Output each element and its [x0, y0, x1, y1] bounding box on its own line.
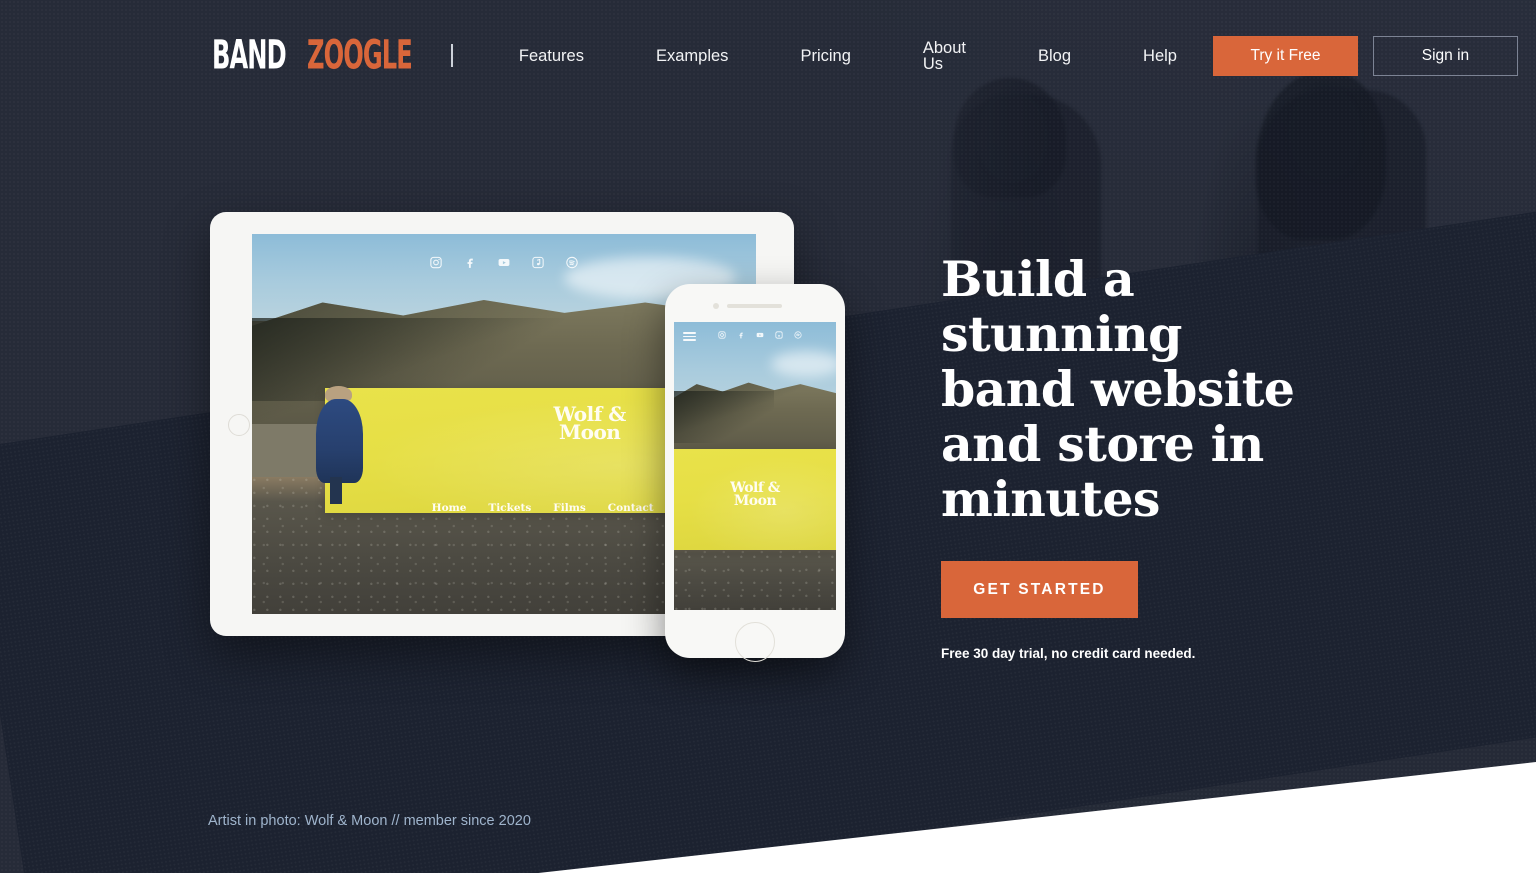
artist-photo-caption: Artist in photo: Wolf & Moon // member s…: [208, 813, 531, 829]
main-navigation: Features Examples Pricing About Us Blog …: [519, 39, 1213, 73]
site-nav-films[interactable]: Films: [542, 502, 596, 514]
nav-item-blog[interactable]: Blog: [1002, 48, 1107, 65]
nav-item-features[interactable]: Features: [519, 48, 620, 65]
hill-shadow-phone: [674, 391, 775, 443]
phone-screen: Wolf & Moon: [674, 322, 836, 610]
phone-speaker: [727, 304, 782, 308]
person-figure: [315, 399, 364, 483]
band-logo-phone: Wolf & Moon: [710, 481, 801, 509]
band-social-links-tablet: [430, 256, 579, 269]
youtube-icon[interactable]: [498, 256, 511, 269]
header-actions: Try it Free Sign in: [1212, 36, 1518, 76]
nav-item-help[interactable]: Help: [1107, 48, 1213, 65]
spotify-icon[interactable]: [566, 256, 579, 269]
get-started-button[interactable]: GET STARTED: [941, 561, 1138, 618]
site-nav-home[interactable]: Home: [421, 502, 478, 514]
page-title: Build a stunning band website and store …: [941, 250, 1295, 528]
hamburger-menu-icon[interactable]: [683, 332, 696, 341]
site-nav-tickets[interactable]: Tickets: [477, 502, 542, 514]
tablet-home-button-icon: [228, 414, 250, 436]
bandzoogle-logo[interactable]: BAND ZOOGLE: [212, 36, 441, 76]
band-social-links-phone: [718, 331, 802, 339]
logo-text-zoogle: ZOOGLE: [306, 32, 413, 79]
band-logo-tablet: Wolf & Moon: [489, 404, 691, 445]
text-cursor: [451, 44, 453, 67]
spotify-icon[interactable]: [794, 331, 802, 339]
facebook-icon[interactable]: [737, 331, 745, 339]
nav-item-examples[interactable]: Examples: [620, 48, 764, 65]
ground-phone: [674, 540, 836, 610]
cloud-phone: [771, 350, 836, 377]
phone-home-button-icon: [735, 622, 775, 662]
nav-item-pricing[interactable]: Pricing: [764, 48, 886, 65]
phone-mockup: Wolf & Moon: [665, 284, 845, 662]
band-logo-line-2: Moon: [558, 420, 621, 445]
band-website-preview-phone: Wolf & Moon: [674, 322, 836, 610]
apple-music-icon[interactable]: [775, 331, 783, 339]
site-nav-contact[interactable]: Contact: [597, 502, 665, 514]
phone-camera-icon: [713, 303, 719, 309]
hero-section: Build a stunning band website and store …: [941, 252, 1361, 661]
facebook-icon[interactable]: [464, 256, 477, 269]
instagram-icon[interactable]: [430, 256, 443, 269]
logo-text-band: BAND: [212, 32, 287, 79]
site-header: BAND ZOOGLE Features Examples Pricing Abo…: [0, 0, 1536, 112]
youtube-icon[interactable]: [756, 331, 764, 339]
band-logo-line-2: Moon: [733, 492, 777, 509]
instagram-icon[interactable]: [718, 331, 726, 339]
nav-item-about-us[interactable]: About Us: [887, 39, 1002, 73]
trial-note: Free 30 day trial, no credit card needed…: [941, 646, 1196, 661]
apple-music-icon[interactable]: [532, 256, 545, 269]
sign-in-button[interactable]: Sign in: [1372, 36, 1518, 76]
try-it-free-button[interactable]: Try it Free: [1212, 36, 1358, 76]
person-legs: [330, 477, 343, 504]
